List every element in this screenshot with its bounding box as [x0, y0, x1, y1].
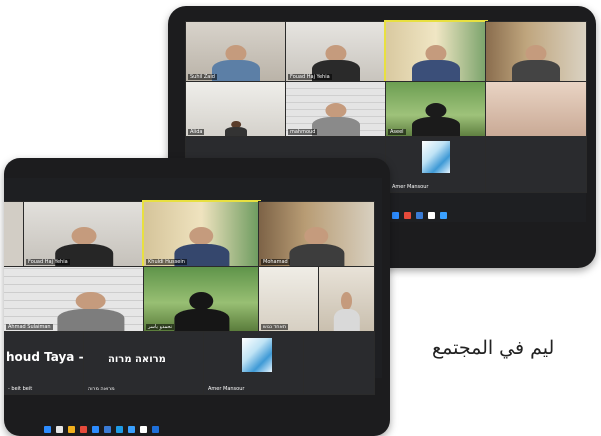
video-tile[interactable] — [4, 201, 25, 268]
participant-name: نحمدو ياسر — [146, 324, 175, 330]
participant-name: Mohamad — [261, 259, 290, 265]
video-tile[interactable] — [485, 21, 587, 83]
caption-text: ليم في المجتمع — [432, 337, 555, 359]
participant-name: Suhil Zaid — [188, 74, 217, 80]
zoom-icon[interactable] — [392, 212, 399, 219]
video-tile[interactable]: Fouad Haj Yehia — [23, 201, 145, 268]
video-tile[interactable]: mahmoud — [285, 81, 387, 138]
front-video-grid: Fouad Haj Yehia Khuldi Hussein Mohamad A… — [4, 178, 382, 395]
mail-icon[interactable] — [128, 426, 135, 433]
participant-name: Alida — [188, 129, 205, 135]
avatar-image — [242, 338, 272, 372]
chrome-icon[interactable] — [404, 212, 411, 219]
avatar-image — [422, 141, 450, 173]
name-only-tile[interactable]: מרואה מרוה מרואה מרוה — [83, 331, 205, 395]
video-tile-active-speaker[interactable] — [384, 20, 488, 84]
participant-big-name: מרואה מרוה — [108, 354, 166, 365]
participant-name: Fouad Haj Yehia — [26, 259, 70, 265]
video-tile-active-speaker[interactable]: Khuldi Hussein — [142, 200, 261, 269]
front-photo: Fouad Haj Yehia Khuldi Hussein Mohamad A… — [4, 158, 390, 436]
empty-tile — [485, 136, 587, 193]
search-icon[interactable] — [56, 426, 63, 433]
chrome-icon[interactable] — [80, 426, 87, 433]
participant-big-name: houd Taya -... — [6, 350, 84, 364]
participant-name: תאחד נגוש — [261, 324, 289, 330]
participant-name: Khuldi Hussein — [146, 259, 187, 265]
windows-icon[interactable] — [44, 426, 51, 433]
video-tile[interactable]: תאחד נגוש — [258, 266, 320, 333]
folder-icon[interactable] — [68, 426, 75, 433]
participant-name: Amer Mansour — [392, 184, 429, 190]
windows-taskbar — [44, 426, 159, 433]
video-tile[interactable]: Ahmad Sulaiman — [4, 266, 145, 333]
zoom-icon[interactable] — [92, 426, 99, 433]
participant-name: Aseel — [388, 129, 406, 135]
sticker-tile[interactable]: Amer Mansour — [203, 331, 305, 395]
participant-name: - beit beit — [8, 386, 33, 392]
store-icon[interactable] — [416, 212, 423, 219]
video-tile[interactable] — [485, 81, 587, 138]
search-icon[interactable] — [428, 212, 435, 219]
participant-name: mahmoud — [288, 129, 318, 135]
windows-icon[interactable] — [440, 212, 447, 219]
empty-tile — [303, 331, 375, 395]
video-tile[interactable]: Aseel — [385, 81, 487, 138]
participant-name: Amer Mansour — [208, 386, 245, 392]
video-tile[interactable]: Mohamad — [258, 201, 375, 268]
sticker-tile[interactable]: Amer Mansour — [385, 136, 487, 193]
video-tile[interactable]: نحمدو ياسر — [143, 266, 260, 333]
video-tile[interactable]: Suhil Zaid — [185, 21, 287, 83]
windows-taskbar — [392, 212, 447, 219]
participant-name: Fouad Haj Yehia — [288, 74, 332, 80]
edge-icon[interactable] — [116, 426, 123, 433]
video-tile[interactable]: Fouad Haj Yehia — [285, 21, 387, 83]
video-tile[interactable]: Alida — [185, 81, 287, 138]
participant-name: מרואה מרוה — [88, 386, 115, 392]
participant-name: Ahmad Sulaiman — [6, 324, 53, 330]
store-icon[interactable] — [104, 426, 111, 433]
search-icon[interactable] — [140, 426, 147, 433]
video-tile[interactable] — [318, 266, 375, 333]
app-icon[interactable] — [152, 426, 159, 433]
name-only-tile[interactable]: houd Taya -... - beit beit — [4, 331, 85, 395]
